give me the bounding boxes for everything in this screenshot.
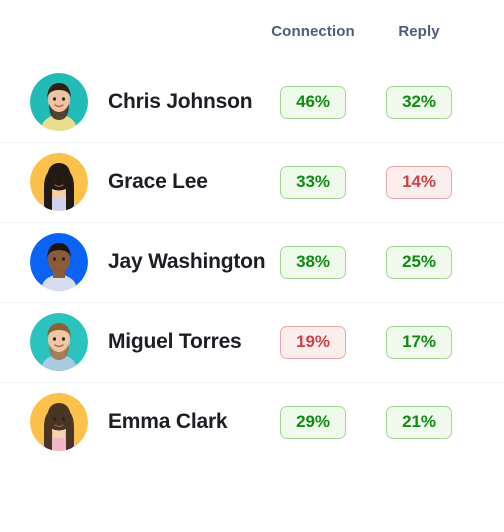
person-name: Miguel Torres	[108, 330, 242, 353]
table-body: Chris Johnson 46% 32% Grace Lee 33% 14% Jay Wa…	[0, 62, 504, 462]
person-name: Jay Washington	[108, 250, 266, 273]
metric-cell-reply: 32%	[366, 85, 472, 119]
metric-cell-connection: 33%	[260, 165, 366, 199]
person-name: Emma Clark	[108, 410, 228, 433]
person-cell: Emma Clark	[30, 393, 260, 451]
reply-rate-badge: 14%	[386, 165, 452, 199]
person-cell: Grace Lee	[30, 153, 260, 211]
metric-cell-reply: 14%	[366, 165, 472, 199]
table-row[interactable]: Grace Lee 33% 14%	[0, 142, 504, 222]
column-header-connection: Connection	[271, 22, 355, 40]
leaderboard-panel: Connection Reply Chris Johnson 46% 32% Grac…	[0, 0, 504, 532]
metric-cell-connection: 29%	[260, 405, 366, 439]
metric-cell-reply: 25%	[366, 245, 472, 279]
metric-cell-connection: 38%	[260, 245, 366, 279]
table-row[interactable]: Chris Johnson 46% 32%	[0, 62, 504, 142]
column-header-reply: Reply	[398, 22, 440, 40]
metric-cell-connection: 19%	[260, 325, 366, 359]
person-name: Grace Lee	[108, 170, 208, 193]
metric-cell-connection: 46%	[260, 85, 366, 119]
metric-cell-reply: 21%	[366, 405, 472, 439]
avatar	[30, 393, 88, 451]
avatar	[30, 233, 88, 291]
reply-rate-badge: 25%	[386, 245, 452, 279]
metric-cell-reply: 17%	[366, 325, 472, 359]
connection-rate-badge: 38%	[280, 245, 346, 279]
avatar	[30, 73, 88, 131]
table-row[interactable]: Emma Clark 29% 21%	[0, 382, 504, 462]
person-cell: Miguel Torres	[30, 313, 260, 371]
connection-rate-badge: 46%	[280, 85, 346, 119]
connection-rate-badge: 33%	[280, 165, 346, 199]
connection-rate-badge: 29%	[280, 405, 346, 439]
avatar	[30, 153, 88, 211]
reply-rate-badge: 21%	[386, 405, 452, 439]
person-cell: Chris Johnson	[30, 73, 260, 131]
table-row[interactable]: Jay Washington 38% 25%	[0, 222, 504, 302]
table-header: Connection Reply	[0, 0, 504, 62]
avatar	[30, 313, 88, 371]
reply-rate-badge: 32%	[386, 85, 452, 119]
connection-rate-badge: 19%	[280, 325, 346, 359]
reply-rate-badge: 17%	[386, 325, 452, 359]
table-row[interactable]: Miguel Torres 19% 17%	[0, 302, 504, 382]
person-cell: Jay Washington	[30, 233, 266, 291]
person-name: Chris Johnson	[108, 90, 253, 113]
